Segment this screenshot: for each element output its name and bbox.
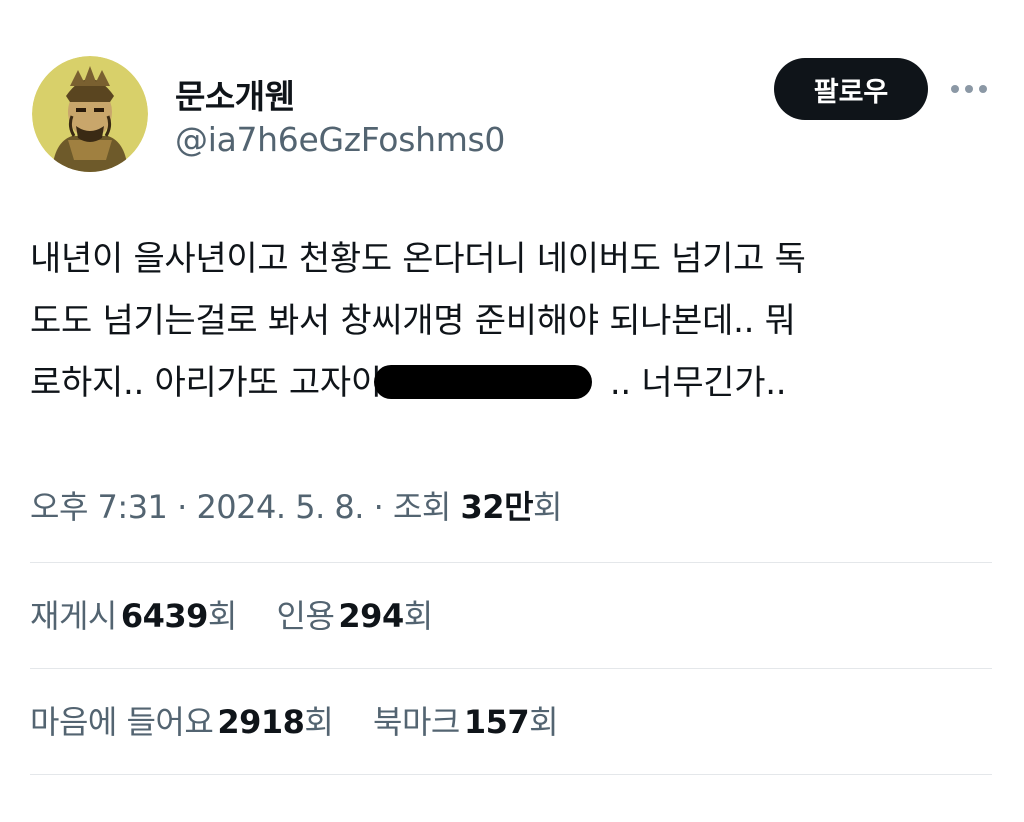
bookmarks-stat[interactable]: 북마크 157회 — [373, 697, 559, 743]
quotes-count: 294 — [338, 597, 404, 635]
meta-separator: · — [177, 488, 187, 526]
tweet-header: 문소개웬 @ia7h6eGzFoshms0 팔로우 — [30, 52, 994, 176]
more-options-button[interactable] — [944, 72, 994, 106]
tweet-line-3-dots: .. — [609, 363, 631, 403]
redaction-mark — [373, 364, 592, 399]
more-dots-icon — [951, 85, 987, 93]
likes-suffix: 회 — [304, 703, 334, 741]
user-handle[interactable]: @ia7h6eGzFoshms0 — [175, 120, 505, 159]
quotes-label: 인용 — [276, 597, 335, 635]
reposts-count: 6439 — [120, 597, 209, 635]
tweet-date[interactable]: 2024. 5. 8. — [196, 488, 364, 526]
stats-row-likes-bookmarks: 마음에 들어요 2918회 북마크 157회 — [30, 697, 588, 743]
user-display-name[interactable]: 문소개웬 — [175, 70, 295, 118]
avatar[interactable] — [32, 56, 148, 172]
views-suffix: 회 — [533, 488, 562, 526]
quotes-stat[interactable]: 인용 294회 — [276, 591, 434, 637]
views-count: 32만 — [460, 488, 534, 526]
reposts-stat[interactable]: 재게시 6439회 — [30, 591, 237, 637]
tweet-line-1: 내년이 을사년이고 천황도 온다더니 네이버도 넘기고 독 — [30, 239, 806, 279]
tweet-time[interactable]: 오후 7:31 — [30, 488, 168, 526]
tweet-line-3-end: 너무긴가.. — [641, 363, 787, 403]
divider — [30, 562, 992, 563]
reposts-suffix: 회 — [207, 597, 237, 635]
tweet-meta: 오후 7:31 · 2024. 5. 8. · 조회 32만회 — [30, 482, 562, 528]
bookmarks-count: 157 — [463, 703, 530, 741]
views-label: 조회 — [392, 488, 451, 526]
tweet-line-3: 로하지.. 아리가또 고자이는다.. 너무긴가.. — [30, 352, 980, 414]
portrait-avatar-icon — [32, 56, 148, 172]
tweet-line-3-start: 로하지.. 아리가또 고자이 — [30, 363, 382, 403]
reposts-label: 재게시 — [30, 597, 117, 635]
quotes-suffix: 회 — [403, 597, 433, 635]
stats-row-reposts-quotes: 재게시 6439회 인용 294회 — [30, 591, 463, 637]
likes-count: 2918 — [217, 703, 305, 741]
divider — [30, 774, 992, 775]
likes-label: 마음에 들어요 — [30, 703, 214, 741]
likes-stat[interactable]: 마음에 들어요 2918회 — [30, 697, 334, 743]
tweet-body: 내년이 을사년이고 천황도 온다더니 네이버도 넘기고 독 도도 넘기는걸로 봐… — [30, 228, 980, 414]
meta-separator: · — [373, 488, 384, 526]
tweet-line-2: 도도 넘기는걸로 봐서 창씨개명 준비해야 되나본데.. 뭐 — [30, 301, 796, 341]
divider — [30, 668, 992, 669]
follow-button[interactable]: 팔로우 — [774, 58, 928, 120]
bookmarks-label: 북마크 — [373, 703, 460, 741]
bookmarks-suffix: 회 — [529, 703, 559, 741]
